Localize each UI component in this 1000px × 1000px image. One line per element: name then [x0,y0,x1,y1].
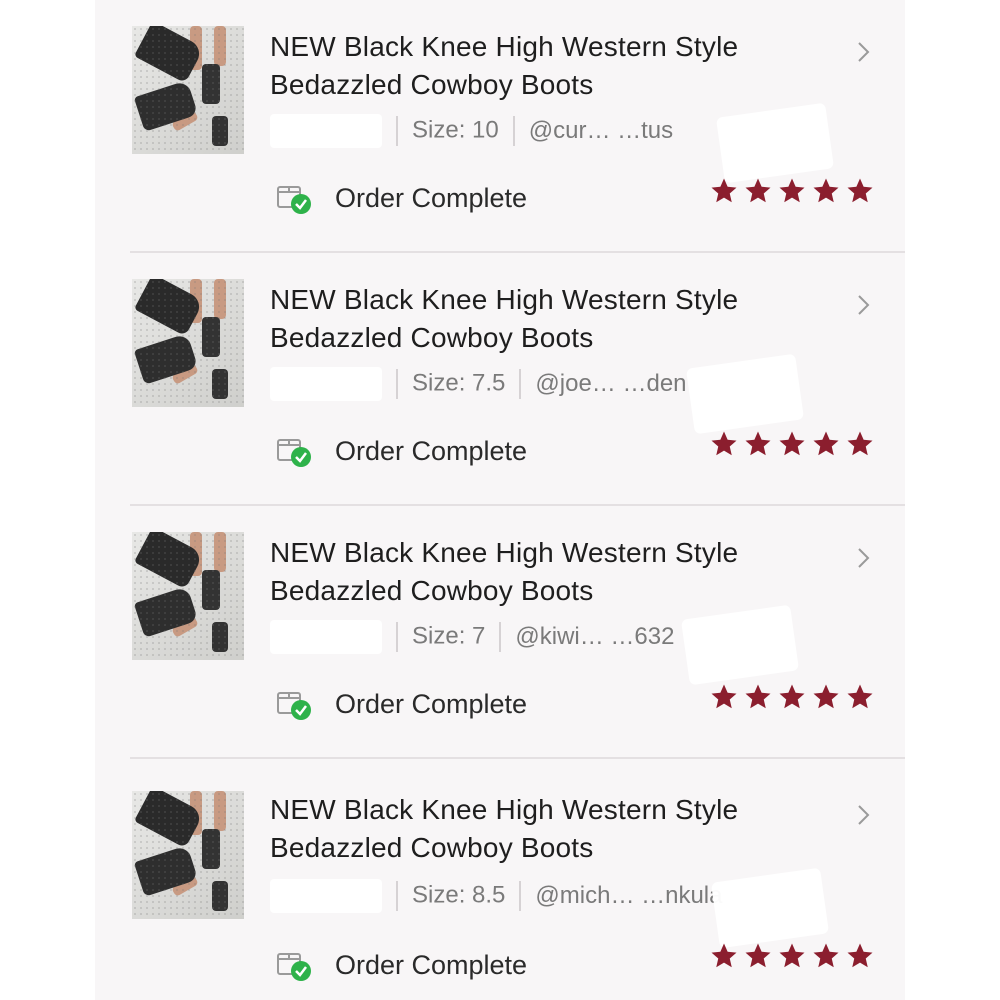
status-label: Order Complete [335,949,528,980]
divider [499,621,502,652]
size-value: 10 [472,116,499,144]
star-icon [813,684,839,709]
size-value: 8.5 [472,881,506,909]
package-check-icon [277,186,311,214]
star-icon [847,684,873,709]
star-icon [711,943,737,968]
chevron-right-icon[interactable] [853,803,873,827]
buyer-handle[interactable]: @joe… …den [535,370,686,397]
redacted-price [270,113,382,148]
star-icon [779,943,805,968]
status-label: Order Complete [335,182,528,213]
rating-stars [709,176,875,206]
star-icon [813,943,839,968]
buyer-handle[interactable]: @cur… …tus [529,117,673,144]
order-row[interactable]: NEW Black Knee High Western Style Bedazz… [95,0,905,253]
divider [396,621,398,652]
divider [512,115,515,146]
divider [396,368,398,399]
order-status: Order Complete [275,178,527,218]
star-icon [779,178,805,203]
size-value: 7.5 [472,369,506,397]
star-icon [847,178,873,203]
star-icon [847,943,873,968]
size-value: 7 [472,622,486,650]
star-icon [745,684,771,709]
order-status: Order Complete [275,684,527,724]
star-icon [779,431,805,456]
order-row[interactable]: NEW Black Knee High Western Style Bedazz… [95,253,905,506]
size-label: Size: [412,622,466,650]
package-check-icon [277,439,311,467]
star-icon [745,178,771,203]
product-title[interactable]: NEW Black Knee High Western Style Bedazz… [270,28,810,104]
product-thumbnail[interactable] [132,26,244,154]
chevron-right-icon[interactable] [853,546,873,570]
star-icon [711,431,737,456]
product-thumbnail[interactable] [132,279,244,407]
star-icon [813,178,839,203]
divider [519,880,522,911]
divider [519,368,522,399]
redacted-price [270,619,382,654]
redacted-price [270,878,382,913]
product-title[interactable]: NEW Black Knee High Western Style Bedazz… [270,534,810,610]
order-status: Order Complete [275,431,527,471]
star-icon [813,431,839,456]
chevron-right-icon[interactable] [853,293,873,317]
redacted-price [270,366,382,401]
star-icon [847,431,873,456]
redaction-overlay [680,604,800,686]
redaction-overlay [710,867,830,949]
status-label: Order Complete [335,688,528,719]
divider [396,880,398,911]
order-row[interactable]: NEW Black Knee High Western Style Bedazz… [95,506,905,759]
redaction-overlay [715,102,835,184]
divider [396,115,398,146]
order-row[interactable]: NEW Black Knee High Western Style Bedazz… [95,759,905,1000]
buyer-handle[interactable]: @mich… …nkula [535,882,722,909]
star-icon [745,943,771,968]
product-thumbnail[interactable] [132,791,244,919]
product-thumbnail[interactable] [132,532,244,660]
redaction-overlay [685,353,805,435]
size-label: Size: [412,881,466,909]
chevron-right-icon[interactable] [853,40,873,64]
star-icon [745,431,771,456]
size-label: Size: [412,116,466,144]
product-title[interactable]: NEW Black Knee High Western Style Bedazz… [270,791,810,867]
order-list: NEW Black Knee High Western Style Bedazz… [95,0,905,1000]
package-check-icon [277,953,311,981]
star-icon [779,684,805,709]
star-icon [711,684,737,709]
rating-stars [709,429,875,459]
product-title[interactable]: NEW Black Knee High Western Style Bedazz… [270,281,810,357]
status-label: Order Complete [335,435,528,466]
package-check-icon [277,692,311,720]
star-icon [711,178,737,203]
order-status: Order Complete [275,945,527,985]
rating-stars [709,682,875,712]
buyer-handle[interactable]: @kiwi… …632 [515,623,674,650]
size-label: Size: [412,369,466,397]
rating-stars [709,941,875,971]
